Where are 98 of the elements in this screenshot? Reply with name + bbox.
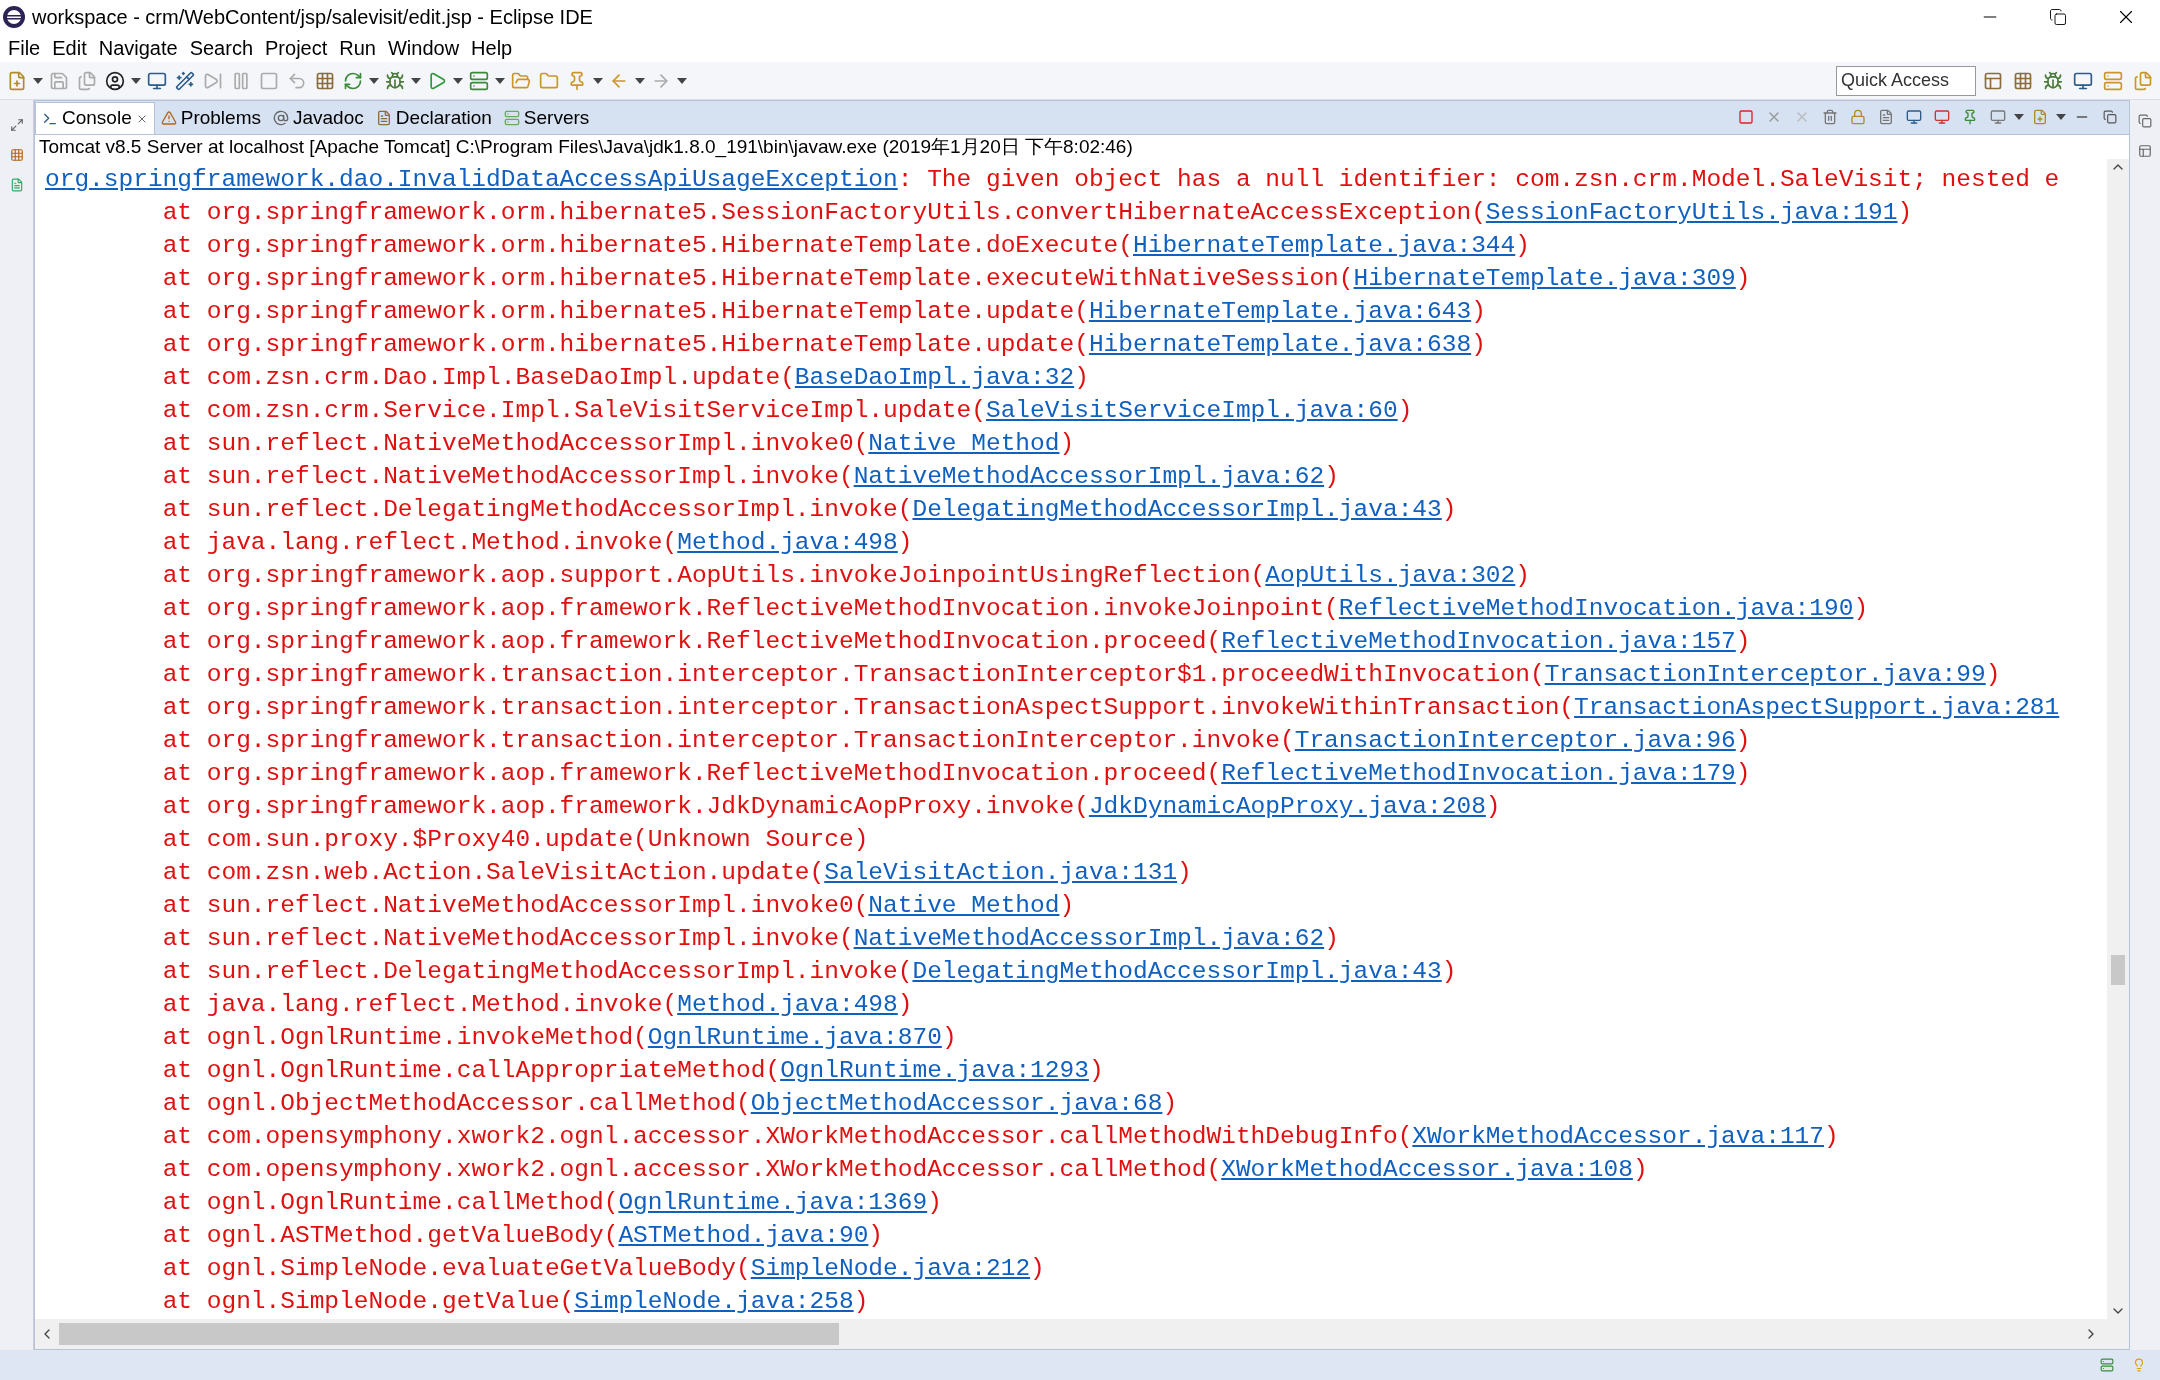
stack-trace-line: at com.sun.proxy.$Proxy40.update(Unknown Source)	[161, 825, 869, 855]
stack-trace-line: at org.springframework.transaction.interceptor.TransactionAspectSupport.invokeWithinTransaction(TransactionAspectSupport.java:281	[161, 693, 2060, 723]
source-link[interactable]: Method.java:498	[677, 991, 898, 1018]
vertical-scrollbar[interactable]	[2107, 159, 2129, 1319]
source-link[interactable]: TransactionAspectSupport.java:281	[1574, 694, 2060, 721]
scroll-thumb[interactable]	[2111, 955, 2125, 985]
stack-trace-line: at com.zsn.web.Action.SaleVisitAction.update(SaleVisitAction.java:131)	[161, 858, 1192, 888]
source-link[interactable]: SaleVisitAction.java:131	[824, 859, 1178, 886]
stack-trace-line: at java.lang.reflect.Method.invoke(Method.java:498)	[161, 990, 913, 1020]
horizontal-scrollbar[interactable]	[35, 1319, 2129, 1349]
source-link[interactable]: SimpleNode.java:258	[574, 1288, 854, 1315]
stack-trace-line: at ognl.ASTMethod.getValueBody(ASTMethod.java:90)	[161, 1221, 884, 1251]
server-icon	[503, 110, 520, 126]
document-icon	[375, 110, 392, 126]
stack-trace-line: at org.springframework.orm.hibernate5.HibernateTemplate.doExecute(HibernateTemplate.java:344)	[161, 231, 1530, 261]
source-link[interactable]: HibernateTemplate.java:638	[1088, 331, 1472, 358]
source-link[interactable]: BaseDaoImpl.java:32	[794, 364, 1075, 391]
source-link[interactable]: OgnlRuntime.java:1369	[618, 1189, 928, 1216]
view-tab[interactable]: Servers	[497, 102, 596, 134]
stack-trace-line: at org.springframework.aop.framework.ReflectiveMethodInvocation.proceed(ReflectiveMethodInvocation.java:179)	[161, 759, 1751, 789]
source-link[interactable]: NativeMethodAccessorImpl.java:62	[853, 463, 1325, 490]
source-link[interactable]: org.springframework.dao.InvalidDataAccessApiUsageException	[45, 166, 898, 193]
menu-item[interactable]: Navigate	[92, 33, 184, 63]
stack-trace-line: at ognl.OgnlRuntime.invokeMethod(OgnlRuntime.java:870)	[161, 1023, 957, 1053]
menu-item[interactable]: File	[2, 33, 47, 63]
console-description: Tomcat v8.5 Server at localhost [Apache Tomcat] C:\Program Files\Java\jdk1.8.0_191\bin\javaw.exe (2019年1月20日 下午8:02:46)	[38, 135, 1134, 159]
source-link[interactable]: AopUtils.java:302	[1265, 562, 1516, 589]
tab-label[interactable]: Declaration	[395, 103, 492, 133]
source-link[interactable]: HibernateTemplate.java:309	[1353, 265, 1736, 292]
warning-icon	[160, 110, 177, 126]
stack-trace-line: at java.lang.reflect.Method.invoke(Method.java:498)	[161, 528, 913, 558]
source-link[interactable]: SaleVisitServiceImpl.java:60	[985, 397, 1398, 424]
source-link[interactable]: Native Method	[868, 892, 1060, 919]
source-link[interactable]: ObjectMethodAccessor.java:68	[750, 1090, 1163, 1117]
stack-trace-line: at com.opensymphony.xwork2.ognl.accessor.XWorkMethodAccessor.callMethod(XWorkMethodAccessor.java:108)	[161, 1155, 1648, 1185]
menu-item[interactable]: Help	[465, 33, 519, 63]
scroll-thumb[interactable]	[59, 1323, 839, 1345]
stack-trace-line: at org.springframework.aop.framework.JdkDynamicAopProxy.invoke(JdkDynamicAopProxy.java:208)	[161, 792, 1501, 822]
stack-trace-line: at com.zsn.crm.Dao.Impl.BaseDaoImpl.update(BaseDaoImpl.java:32)	[161, 363, 1089, 393]
source-link[interactable]: DelegatingMethodAccessorImpl.java:43	[912, 496, 1442, 523]
tab-label[interactable]: Console	[62, 104, 132, 133]
stack-trace-line: at org.springframework.transaction.interceptor.TransactionInterceptor$1.proceedWithInvocation(TransactionInterceptor.java:99)	[161, 660, 2001, 690]
stack-trace-line: at org.springframework.transaction.interceptor.TransactionInterceptor.invoke(TransactionInterceptor.java:96)	[161, 726, 1751, 756]
stack-trace-line: at sun.reflect.NativeMethodAccessorImpl.invoke0(Native Method)	[161, 429, 1075, 459]
stack-trace-line: at org.springframework.aop.support.AopUtils.invokeJoinpointUsingReflection(AopUtils.java:302)	[161, 561, 1530, 591]
stack-trace-line: at com.opensymphony.xwork2.ognl.accessor.XWorkMethodAccessor.callMethodWithDebugInfo(XWorkMethodAccessor.java:117)	[161, 1122, 1839, 1152]
source-link[interactable]: JdkDynamicAopProxy.java:208	[1088, 793, 1486, 820]
view-tab[interactable]: Console	[35, 102, 155, 134]
stack-trace-line: at org.springframework.orm.hibernate5.SessionFactoryUtils.convertHibernateAccessException(SessionFactoryUtils.java:191)	[161, 198, 1913, 228]
view-tab[interactable]: Problems	[154, 102, 267, 134]
source-link[interactable]: OgnlRuntime.java:1293	[780, 1057, 1089, 1084]
stack-trace-line: at org.springframework.aop.framework.ReflectiveMethodInvocation.proceed(ReflectiveMethodInvocation.java:157)	[161, 627, 1751, 657]
source-link[interactable]: NativeMethodAccessorImpl.java:62	[853, 925, 1325, 952]
source-link[interactable]: SessionFactoryUtils.java:191	[1485, 199, 1898, 226]
stack-trace-line: at sun.reflect.NativeMethodAccessorImpl.invoke0(Native Method)	[161, 891, 1075, 921]
stack-trace-line: at sun.reflect.NativeMethodAccessorImpl.invoke(NativeMethodAccessorImpl.java:62)	[161, 462, 1339, 492]
tab-label[interactable]: Servers	[523, 103, 590, 133]
source-link[interactable]: HibernateTemplate.java:344	[1133, 232, 1516, 259]
source-link[interactable]: HibernateTemplate.java:643	[1088, 298, 1472, 325]
stack-trace-line: at org.springframework.orm.hibernate5.HibernateTemplate.update(HibernateTemplate.java:643)	[161, 297, 1486, 327]
source-link[interactable]: XWorkMethodAccessor.java:117	[1412, 1123, 1824, 1150]
source-link[interactable]: TransactionInterceptor.java:96	[1294, 727, 1736, 754]
tab-label[interactable]: Javadoc	[292, 103, 364, 133]
view-tab[interactable]: Declaration	[369, 102, 498, 134]
menu-item[interactable]: Search	[183, 33, 259, 63]
stack-trace-line: at sun.reflect.NativeMethodAccessorImpl.invoke(NativeMethodAccessorImpl.java:62)	[161, 924, 1339, 954]
source-link[interactable]: DelegatingMethodAccessorImpl.java:43	[912, 958, 1442, 985]
stack-trace-line: at ognl.SimpleNode.getValue(SimpleNode.java:258)	[161, 1287, 869, 1317]
stack-trace-line: at ognl.OgnlRuntime.callAppropriateMethod(OgnlRuntime.java:1293)	[161, 1056, 1104, 1086]
source-link[interactable]: Native Method	[868, 430, 1060, 457]
quick-access-field[interactable]: Quick Access	[1836, 65, 1976, 96]
source-link[interactable]: TransactionInterceptor.java:99	[1544, 661, 1986, 688]
stack-trace-line: at ognl.SimpleNode.evaluateGetValueBody(SimpleNode.java:212)	[161, 1254, 1045, 1284]
source-link[interactable]: ASTMethod.java:90	[618, 1222, 869, 1249]
source-link[interactable]: Method.java:498	[677, 529, 898, 556]
menu-item[interactable]: Window	[381, 33, 466, 63]
stack-trace-line: at ognl.OgnlRuntime.callMethod(OgnlRuntime.java:1369)	[161, 1188, 942, 1218]
stack-trace-line: org.springframework.dao.InvalidDataAccessApiUsageException: The given object has a null identifier: com.zsn.crm.Model.SaleVisit; nested e	[45, 165, 2060, 195]
source-link[interactable]: ReflectiveMethodInvocation.java:179	[1221, 760, 1736, 787]
source-link[interactable]: OgnlRuntime.java:870	[647, 1024, 942, 1051]
stack-trace-line: at com.zsn.crm.Service.Impl.SaleVisitServiceImpl.update(SaleVisitServiceImpl.java:60)	[161, 396, 1413, 426]
menu-item[interactable]: Run	[333, 33, 382, 63]
at-sign-icon	[272, 110, 289, 126]
menu-item[interactable]: Edit	[46, 33, 93, 63]
source-link[interactable]: SimpleNode.java:212	[750, 1255, 1031, 1282]
stack-trace-line: at sun.reflect.DelegatingMethodAccessorImpl.invoke(DelegatingMethodAccessorImpl.java:43)	[161, 495, 1457, 525]
stack-trace-line: at org.springframework.aop.framework.ReflectiveMethodInvocation.invokeJoinpoint(ReflectiveMethodInvocation.java:190)	[161, 594, 1869, 624]
stack-trace-line: at org.springframework.orm.hibernate5.HibernateTemplate.update(HibernateTemplate.java:638)	[161, 330, 1486, 360]
tab-label[interactable]: Problems	[180, 103, 261, 133]
stack-trace-line: at sun.reflect.DelegatingMethodAccessorImpl.invoke(DelegatingMethodAccessorImpl.java:43)	[161, 957, 1457, 987]
source-link[interactable]: ReflectiveMethodInvocation.java:190	[1338, 595, 1854, 622]
stack-trace-line: at ognl.ObjectMethodAccessor.callMethod(ObjectMethodAccessor.java:68)	[161, 1089, 1178, 1119]
view-tab[interactable]: Javadoc	[266, 102, 370, 134]
source-link[interactable]: ReflectiveMethodInvocation.java:157	[1221, 628, 1736, 655]
stack-trace-line: at org.springframework.orm.hibernate5.HibernateTemplate.executeWithNativeSession(HibernateTemplate.java:309)	[161, 264, 1751, 294]
menu-item[interactable]: Project	[259, 33, 334, 63]
source-link[interactable]: XWorkMethodAccessor.java:108	[1221, 1156, 1633, 1183]
window-title: workspace - crm/WebContent/jsp/salevisit/edit.jsp - Eclipse IDE	[32, 5, 593, 30]
